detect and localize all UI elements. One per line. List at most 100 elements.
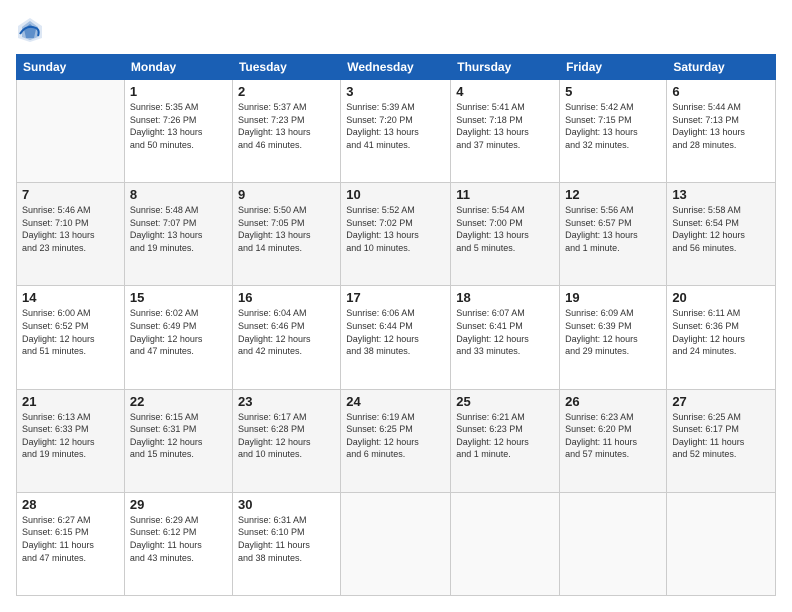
calendar-cell bbox=[560, 492, 667, 595]
calendar-cell: 9 Sunrise: 5:50 AM Sunset: 7:05 PM Daylig… bbox=[232, 183, 340, 286]
calendar-week-1: 1 Sunrise: 5:35 AM Sunset: 7:26 PM Daylig… bbox=[17, 80, 776, 183]
calendar-cell: 26 Sunrise: 6:23 AM Sunset: 6:20 PM Dayli… bbox=[560, 389, 667, 492]
calendar-cell: 29Sunrise: 6:29 AM Sunset: 6:12 PM Dayli… bbox=[124, 492, 232, 595]
calendar-header-saturday: Saturday bbox=[667, 55, 776, 80]
day-info: Sunrise: 5:52 AM Sunset: 7:02 PM Dayligh… bbox=[346, 204, 445, 254]
day-info: Sunrise: 5:58 AM Sunset: 6:54 PM Dayligh… bbox=[672, 204, 770, 254]
calendar-cell: 17 Sunrise: 6:06 AM Sunset: 6:44 PM Dayli… bbox=[341, 286, 451, 389]
calendar-cell: 3Sunrise: 5:39 AM Sunset: 7:20 PM Daylig… bbox=[341, 80, 451, 183]
day-number: 23 bbox=[238, 394, 335, 409]
calendar-cell: 22 Sunrise: 6:15 AM Sunset: 6:31 PM Dayli… bbox=[124, 389, 232, 492]
day-info: Sunrise: 5:39 AM Sunset: 7:20 PM Dayligh… bbox=[346, 101, 445, 151]
day-info: Sunrise: 6:23 AM Sunset: 6:20 PM Dayligh… bbox=[565, 411, 661, 461]
day-info: Sunrise: 5:37 AM Sunset: 7:23 PM Dayligh… bbox=[238, 101, 335, 151]
calendar-cell: 5 Sunrise: 5:42 AM Sunset: 7:15 PM Daylig… bbox=[560, 80, 667, 183]
calendar-cell: 8 Sunrise: 5:48 AM Sunset: 7:07 PM Daylig… bbox=[124, 183, 232, 286]
calendar-header-wednesday: Wednesday bbox=[341, 55, 451, 80]
day-number: 11 bbox=[456, 187, 554, 202]
day-info: Sunrise: 5:50 AM Sunset: 7:05 PM Dayligh… bbox=[238, 204, 335, 254]
day-info: Sunrise: 6:21 AM Sunset: 6:23 PM Dayligh… bbox=[456, 411, 554, 461]
day-info: Sunrise: 6:07 AM Sunset: 6:41 PM Dayligh… bbox=[456, 307, 554, 357]
day-info: Sunrise: 6:11 AM Sunset: 6:36 PM Dayligh… bbox=[672, 307, 770, 357]
calendar-cell: 21 Sunrise: 6:13 AM Sunset: 6:33 PM Dayli… bbox=[17, 389, 125, 492]
day-number: 9 bbox=[238, 187, 335, 202]
calendar-cell: 27Sunrise: 6:25 AM Sunset: 6:17 PM Dayli… bbox=[667, 389, 776, 492]
calendar-cell: 24Sunrise: 6:19 AM Sunset: 6:25 PM Dayli… bbox=[341, 389, 451, 492]
day-number: 10 bbox=[346, 187, 445, 202]
calendar-week-4: 21 Sunrise: 6:13 AM Sunset: 6:33 PM Dayli… bbox=[17, 389, 776, 492]
calendar-week-5: 28 Sunrise: 6:27 AM Sunset: 6:15 PM Dayli… bbox=[17, 492, 776, 595]
day-number: 16 bbox=[238, 290, 335, 305]
calendar: SundayMondayTuesdayWednesdayThursdayFrid… bbox=[16, 54, 776, 596]
calendar-header-tuesday: Tuesday bbox=[232, 55, 340, 80]
day-number: 2 bbox=[238, 84, 335, 99]
header bbox=[16, 16, 776, 44]
calendar-cell bbox=[17, 80, 125, 183]
day-info: Sunrise: 6:19 AM Sunset: 6:25 PM Dayligh… bbox=[346, 411, 445, 461]
day-number: 8 bbox=[130, 187, 227, 202]
calendar-cell: 10 Sunrise: 5:52 AM Sunset: 7:02 PM Dayli… bbox=[341, 183, 451, 286]
calendar-header-sunday: Sunday bbox=[17, 55, 125, 80]
day-number: 27 bbox=[672, 394, 770, 409]
calendar-cell: 28 Sunrise: 6:27 AM Sunset: 6:15 PM Dayli… bbox=[17, 492, 125, 595]
calendar-week-3: 14Sunrise: 6:00 AM Sunset: 6:52 PM Dayli… bbox=[17, 286, 776, 389]
calendar-header-thursday: Thursday bbox=[451, 55, 560, 80]
calendar-cell: 16 Sunrise: 6:04 AM Sunset: 6:46 PM Dayli… bbox=[232, 286, 340, 389]
calendar-cell: 2 Sunrise: 5:37 AM Sunset: 7:23 PM Daylig… bbox=[232, 80, 340, 183]
calendar-cell: 1 Sunrise: 5:35 AM Sunset: 7:26 PM Daylig… bbox=[124, 80, 232, 183]
calendar-cell: 15 Sunrise: 6:02 AM Sunset: 6:49 PM Dayli… bbox=[124, 286, 232, 389]
calendar-cell: 13 Sunrise: 5:58 AM Sunset: 6:54 PM Dayli… bbox=[667, 183, 776, 286]
calendar-cell: 14Sunrise: 6:00 AM Sunset: 6:52 PM Dayli… bbox=[17, 286, 125, 389]
day-number: 19 bbox=[565, 290, 661, 305]
day-number: 14 bbox=[22, 290, 119, 305]
calendar-cell: 30 Sunrise: 6:31 AM Sunset: 6:10 PM Dayli… bbox=[232, 492, 340, 595]
day-number: 25 bbox=[456, 394, 554, 409]
day-number: 17 bbox=[346, 290, 445, 305]
calendar-cell: 12Sunrise: 5:56 AM Sunset: 6:57 PM Dayli… bbox=[560, 183, 667, 286]
calendar-cell: 11 Sunrise: 5:54 AM Sunset: 7:00 PM Dayli… bbox=[451, 183, 560, 286]
day-info: Sunrise: 5:48 AM Sunset: 7:07 PM Dayligh… bbox=[130, 204, 227, 254]
calendar-cell bbox=[667, 492, 776, 595]
day-number: 18 bbox=[456, 290, 554, 305]
calendar-cell: 6 Sunrise: 5:44 AM Sunset: 7:13 PM Daylig… bbox=[667, 80, 776, 183]
day-info: Sunrise: 6:31 AM Sunset: 6:10 PM Dayligh… bbox=[238, 514, 335, 564]
day-number: 7 bbox=[22, 187, 119, 202]
calendar-cell bbox=[451, 492, 560, 595]
day-info: Sunrise: 5:56 AM Sunset: 6:57 PM Dayligh… bbox=[565, 204, 661, 254]
calendar-cell: 23Sunrise: 6:17 AM Sunset: 6:28 PM Dayli… bbox=[232, 389, 340, 492]
day-number: 15 bbox=[130, 290, 227, 305]
day-number: 22 bbox=[130, 394, 227, 409]
day-number: 1 bbox=[130, 84, 227, 99]
calendar-cell: 25 Sunrise: 6:21 AM Sunset: 6:23 PM Dayli… bbox=[451, 389, 560, 492]
calendar-cell bbox=[341, 492, 451, 595]
calendar-week-2: 7 Sunrise: 5:46 AM Sunset: 7:10 PM Daylig… bbox=[17, 183, 776, 286]
day-number: 6 bbox=[672, 84, 770, 99]
day-info: Sunrise: 5:44 AM Sunset: 7:13 PM Dayligh… bbox=[672, 101, 770, 151]
day-info: Sunrise: 6:02 AM Sunset: 6:49 PM Dayligh… bbox=[130, 307, 227, 357]
day-number: 4 bbox=[456, 84, 554, 99]
day-number: 13 bbox=[672, 187, 770, 202]
day-info: Sunrise: 6:27 AM Sunset: 6:15 PM Dayligh… bbox=[22, 514, 119, 564]
day-number: 26 bbox=[565, 394, 661, 409]
day-number: 21 bbox=[22, 394, 119, 409]
day-info: Sunrise: 6:13 AM Sunset: 6:33 PM Dayligh… bbox=[22, 411, 119, 461]
day-info: Sunrise: 6:04 AM Sunset: 6:46 PM Dayligh… bbox=[238, 307, 335, 357]
day-info: Sunrise: 5:42 AM Sunset: 7:15 PM Dayligh… bbox=[565, 101, 661, 151]
calendar-cell: 19 Sunrise: 6:09 AM Sunset: 6:39 PM Dayli… bbox=[560, 286, 667, 389]
day-info: Sunrise: 6:15 AM Sunset: 6:31 PM Dayligh… bbox=[130, 411, 227, 461]
day-number: 30 bbox=[238, 497, 335, 512]
logo bbox=[16, 16, 48, 44]
day-info: Sunrise: 6:06 AM Sunset: 6:44 PM Dayligh… bbox=[346, 307, 445, 357]
day-info: Sunrise: 5:46 AM Sunset: 7:10 PM Dayligh… bbox=[22, 204, 119, 254]
calendar-header-friday: Friday bbox=[560, 55, 667, 80]
calendar-cell: 7 Sunrise: 5:46 AM Sunset: 7:10 PM Daylig… bbox=[17, 183, 125, 286]
calendar-cell: 18 Sunrise: 6:07 AM Sunset: 6:41 PM Dayli… bbox=[451, 286, 560, 389]
day-info: Sunrise: 5:54 AM Sunset: 7:00 PM Dayligh… bbox=[456, 204, 554, 254]
day-info: Sunrise: 5:35 AM Sunset: 7:26 PM Dayligh… bbox=[130, 101, 227, 151]
day-number: 5 bbox=[565, 84, 661, 99]
day-number: 29 bbox=[130, 497, 227, 512]
day-info: Sunrise: 6:09 AM Sunset: 6:39 PM Dayligh… bbox=[565, 307, 661, 357]
calendar-header-row: SundayMondayTuesdayWednesdayThursdayFrid… bbox=[17, 55, 776, 80]
day-number: 28 bbox=[22, 497, 119, 512]
calendar-cell: 20Sunrise: 6:11 AM Sunset: 6:36 PM Dayli… bbox=[667, 286, 776, 389]
